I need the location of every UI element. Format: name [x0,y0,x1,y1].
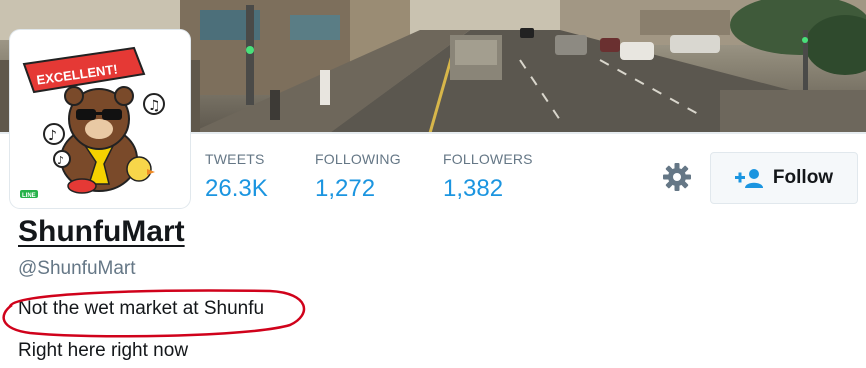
svg-text:♫: ♫ [148,98,161,114]
profile-bio: Not the wet market at Shunfu [18,298,265,319]
line-logo-text: LINE [22,193,36,199]
avatar[interactable]: EXCELLENT! ♫ ♪ ♪ LINE [10,30,190,208]
stat-label: FOLLOWING [315,151,401,167]
add-user-icon [734,169,763,188]
stat-following[interactable]: FOLLOWING 1,272 [315,150,401,204]
profile-handle[interactable]: @ShunfuMart [18,258,136,280]
stat-label: TWEETS [205,151,265,167]
bear-cartoon-avatar: EXCELLENT! ♫ ♪ ♪ LINE [14,34,186,204]
stat-followers[interactable]: FOLLOWERS 1,382 [443,150,533,204]
svg-text:♪: ♪ [48,128,57,144]
profile-name[interactable]: ShunfuMart [18,215,185,249]
stat-value: 1,382 [443,175,504,202]
svg-text:♪: ♪ [57,154,64,167]
follow-label: Follow [772,167,834,188]
stat-value: 26.3K [205,175,268,202]
follow-button[interactable]: Follow [710,152,858,204]
stat-label: FOLLOWERS [443,151,533,167]
stat-value: 1,272 [315,175,376,202]
profile-location: Right here right now [18,340,189,361]
stat-tweets[interactable]: TWEETS 26.3K [205,150,268,204]
gear-icon[interactable] [662,162,692,192]
